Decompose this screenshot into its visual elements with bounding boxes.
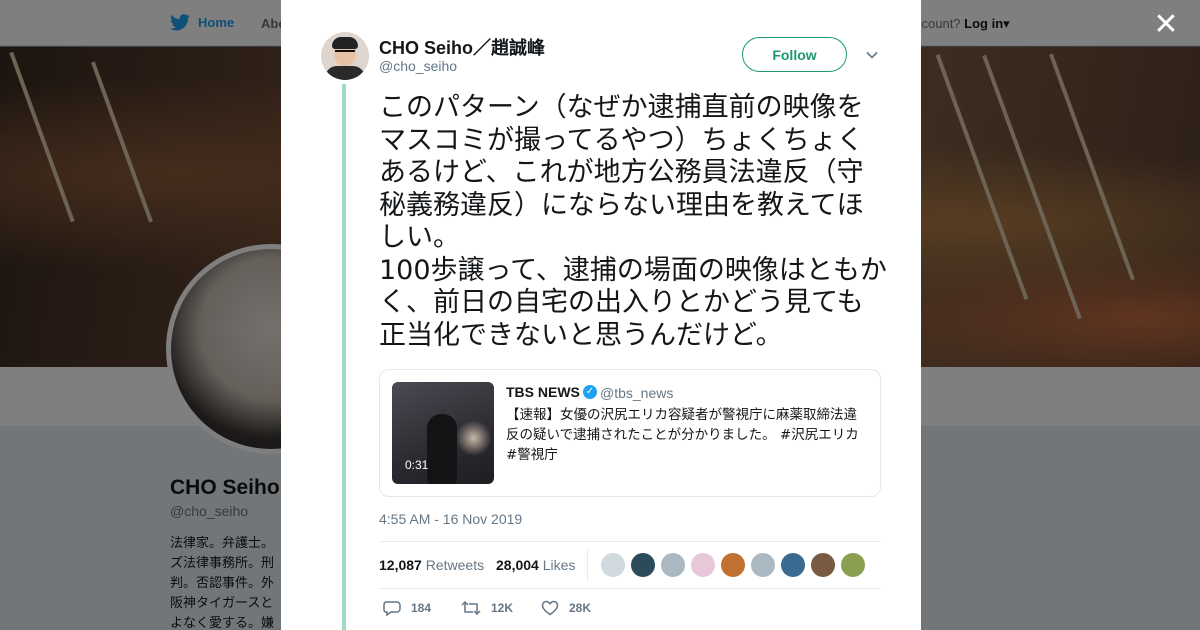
liker-avatar[interactable]	[811, 553, 835, 577]
quoted-author-name: TBS NEWS ✓	[506, 384, 597, 400]
like-button[interactable]: 28K	[541, 600, 591, 616]
tweet-modal: CHO Seiho／趙誠峰 @cho_seiho Follow このパターン（な…	[281, 0, 921, 630]
retweets-label: Retweets	[425, 557, 485, 573]
liker-avatar[interactable]	[691, 553, 715, 577]
liker-avatar[interactable]	[721, 553, 745, 577]
liker-avatar[interactable]	[661, 553, 685, 577]
likes-label: Likes	[542, 557, 576, 573]
quoted-author-label: TBS NEWS	[506, 384, 580, 400]
reply-button[interactable]: 184	[383, 600, 431, 616]
retweets-count: 12,087	[379, 557, 422, 573]
tweet-actions: 184 12K 28K	[379, 598, 881, 622]
reply-count: 184	[411, 601, 432, 615]
quoted-tweet[interactable]: 0:31 TBS NEWS ✓ @tbs_news 【速報】女優の沢尻エリカ容疑…	[379, 369, 881, 497]
video-duration: 0:31	[405, 458, 429, 472]
likes-count: 28,004	[496, 557, 539, 573]
author-name[interactable]: CHO Seiho／趙誠峰	[379, 34, 545, 60]
tweet-stats: 12,087 Retweets 28,004 Likes	[379, 541, 881, 589]
liker-avatar[interactable]	[841, 553, 865, 577]
chevron-down-icon[interactable]	[865, 48, 879, 62]
retweet-icon	[461, 600, 481, 616]
likes-stat[interactable]: 28,004 Likes	[496, 557, 575, 573]
author-avatar[interactable]	[321, 32, 369, 80]
thread-line	[342, 84, 346, 630]
retweets-stat[interactable]: 12,087 Retweets	[379, 557, 484, 573]
close-icon[interactable]: ✕	[1153, 10, 1179, 40]
stats-divider	[587, 550, 588, 582]
quoted-text: 【速報】女優の沢尻エリカ容疑者が警視庁に麻薬取締法違反の疑いで逮捕されたことが分…	[506, 407, 859, 463]
verified-badge-icon: ✓	[582, 385, 597, 399]
video-thumbnail[interactable]: 0:31	[392, 382, 494, 484]
author-handle[interactable]: @cho_seiho	[379, 58, 457, 74]
reply-icon	[383, 601, 401, 616]
quoted-author-handle: @tbs_news	[600, 385, 674, 401]
liker-avatars	[601, 553, 865, 577]
liker-avatar[interactable]	[631, 553, 655, 577]
liker-avatar[interactable]	[781, 553, 805, 577]
tweet-text: このパターン（なぜか逮捕直前の映像をマスコミが撮ってるやつ）ちょくちょくあるけど…	[379, 92, 887, 351]
retweet-count: 12K	[491, 601, 514, 615]
like-count: 28K	[569, 601, 592, 615]
heart-icon	[541, 600, 559, 616]
retweet-button[interactable]: 12K	[461, 600, 513, 616]
follow-button[interactable]: Follow	[742, 37, 847, 72]
liker-avatar[interactable]	[601, 553, 625, 577]
tweet-timestamp[interactable]: 4:55 AM - 16 Nov 2019	[379, 511, 522, 527]
liker-avatar[interactable]	[751, 553, 775, 577]
